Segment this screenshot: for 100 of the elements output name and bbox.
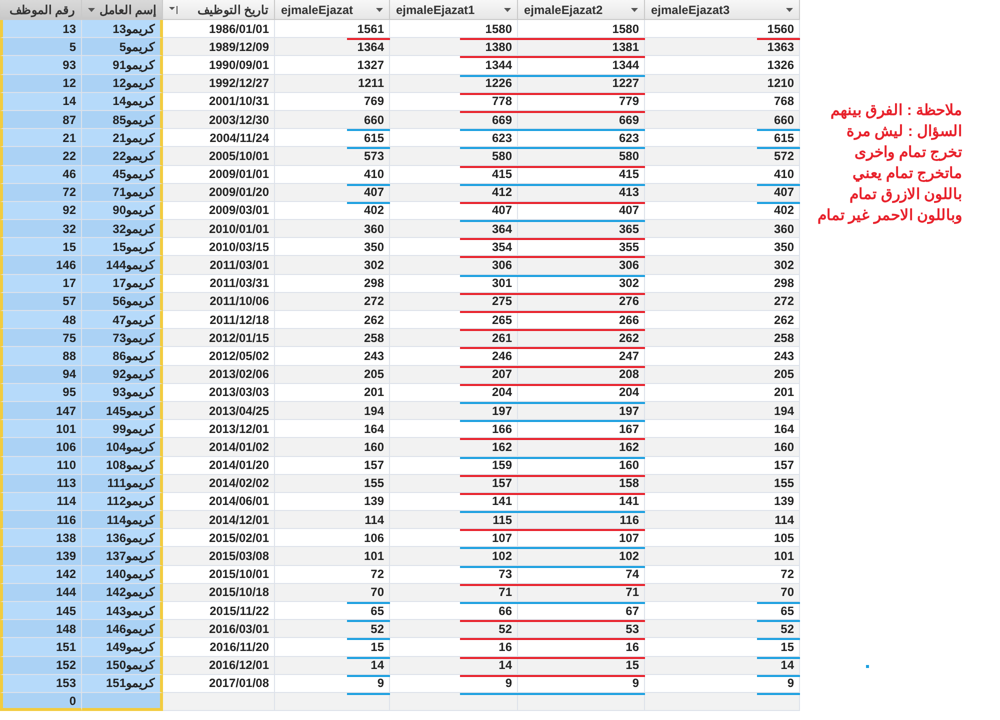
table-cell: 139 <box>645 492 800 512</box>
table-cell: كريمو21 <box>82 129 163 148</box>
table-cell: 197 <box>390 402 518 420</box>
table-cell: 572 <box>645 147 800 166</box>
table-cell: 407 <box>390 202 518 220</box>
table-cell: 15 <box>275 638 390 657</box>
table-cell: 1364 <box>275 38 390 56</box>
sort-filter-icon[interactable] <box>169 6 179 14</box>
table-cell: كريمو15 <box>82 238 163 256</box>
table-cell: 778 <box>390 92 518 111</box>
caret-icon[interactable] <box>631 8 638 12</box>
caret-icon[interactable] <box>88 8 95 12</box>
table-cell: 1560 <box>645 20 800 38</box>
table-cell: كريمو93 <box>82 384 163 402</box>
table-cell: 660 <box>645 110 800 130</box>
table-cell: 146 <box>0 256 82 275</box>
table-cell: 261 <box>390 329 518 348</box>
table-cell: كريمو56 <box>82 292 163 311</box>
table-cell: 360 <box>275 220 390 238</box>
table-cell: 155 <box>645 474 800 493</box>
table-cell: 14 <box>645 656 800 675</box>
table-cell: 302 <box>645 256 800 275</box>
column-header[interactable]: ejmaleEjazat <box>275 0 390 20</box>
table-cell: 115 <box>390 511 518 530</box>
table-cell: 101 <box>0 420 82 438</box>
caret-icon[interactable] <box>376 8 383 12</box>
caret-icon[interactable] <box>504 8 511 12</box>
table-cell: 2012/05/02 <box>163 347 275 366</box>
table-cell: 148 <box>0 620 82 638</box>
table-cell: 2012/01/15 <box>163 329 275 348</box>
table-cell: كريمو47 <box>82 311 163 330</box>
table-cell: 1226 <box>390 74 518 93</box>
table-cell: 615 <box>645 129 800 148</box>
table-cell: 70 <box>275 584 390 602</box>
table-cell: 21 <box>0 129 82 148</box>
caret-icon[interactable] <box>786 8 793 12</box>
table-cell: 1327 <box>275 56 390 75</box>
column-header[interactable]: ejmaleEjazat2 <box>518 0 645 20</box>
table-cell: 162 <box>390 438 518 456</box>
table-cell: كريمو71 <box>82 184 163 202</box>
table-cell: 116 <box>0 511 82 530</box>
table-cell: 1210 <box>645 74 800 93</box>
table-cell: 147 <box>0 402 82 420</box>
table-cell: 15 <box>0 238 82 256</box>
annotation-note: ملاحظة : الفرق بينهم السؤال : ليش مرة تخرج تمام واخرى ماتخرج تمام يعني باللون الازرق تمام وباللون الاحمر غير تمام <box>816 101 962 226</box>
table-cell: 2014/06/01 <box>163 492 275 512</box>
table-cell: 75 <box>0 329 82 348</box>
table-cell: 153 <box>0 674 82 693</box>
table-cell: 1992/12/27 <box>163 74 275 93</box>
table-cell: 92 <box>0 202 82 220</box>
column-header[interactable]: إسم العامل <box>82 0 163 20</box>
table-cell: 272 <box>645 292 800 311</box>
table-cell: 1326 <box>645 56 800 75</box>
table-cell: 141 <box>390 492 518 512</box>
column-header[interactable]: ejmaleEjazat3 <box>645 0 800 20</box>
table-cell: 1986/01/01 <box>163 20 275 38</box>
table-cell: 410 <box>645 166 800 184</box>
table-cell: 9 <box>390 674 518 693</box>
table-cell: كريمو111 <box>82 474 163 493</box>
table-cell: 2011/12/18 <box>163 311 275 330</box>
table-cell: كريمو73 <box>82 329 163 348</box>
table-cell: 243 <box>645 347 800 366</box>
table-cell: 2013/02/06 <box>163 366 275 384</box>
table-cell: 101 <box>275 547 390 566</box>
table-cell: 14 <box>390 656 518 675</box>
table-cell: 623 <box>390 129 518 148</box>
table-cell: 302 <box>275 256 390 275</box>
table-cell: 87 <box>0 110 82 130</box>
table-cell: 52 <box>275 620 390 638</box>
table-cell: 1344 <box>390 56 518 75</box>
table-cell: 46 <box>0 166 82 184</box>
table-cell: 2010/01/01 <box>163 220 275 238</box>
table-cell: 2015/10/01 <box>163 566 275 584</box>
table-cell: 145 <box>0 602 82 620</box>
table-cell: كريمو32 <box>82 220 163 238</box>
table-cell: 2001/10/31 <box>163 92 275 111</box>
table-cell: كريمو149 <box>82 638 163 657</box>
table-cell: 768 <box>645 92 800 111</box>
table-cell: كريمو5 <box>82 38 163 56</box>
table-cell: كريمو137 <box>82 547 163 566</box>
table-cell: 194 <box>645 402 800 420</box>
table-cell: كريمو99 <box>82 420 163 438</box>
column-header[interactable]: تاريخ التوظيف <box>163 0 275 20</box>
table-cell: 402 <box>645 202 800 220</box>
column-header[interactable]: رقم الموظف <box>0 0 82 20</box>
table-cell: 72 <box>645 566 800 584</box>
table-cell: 258 <box>645 329 800 348</box>
table-cell: 88 <box>0 347 82 366</box>
dot-mark <box>866 665 869 668</box>
table-cell: 1990/09/01 <box>163 56 275 75</box>
table-cell: 669 <box>390 110 518 130</box>
table-cell: 407 <box>275 184 390 202</box>
table-cell: 106 <box>275 529 390 548</box>
table-cell: 2005/10/01 <box>163 147 275 166</box>
table-cell: 573 <box>275 147 390 166</box>
table-cell: 72 <box>275 566 390 584</box>
table-cell: 157 <box>390 474 518 493</box>
table-cell: 66 <box>390 602 518 620</box>
column-header[interactable]: ejmaleEjazat1 <box>390 0 518 20</box>
table-cell: كريمو151 <box>82 674 163 693</box>
